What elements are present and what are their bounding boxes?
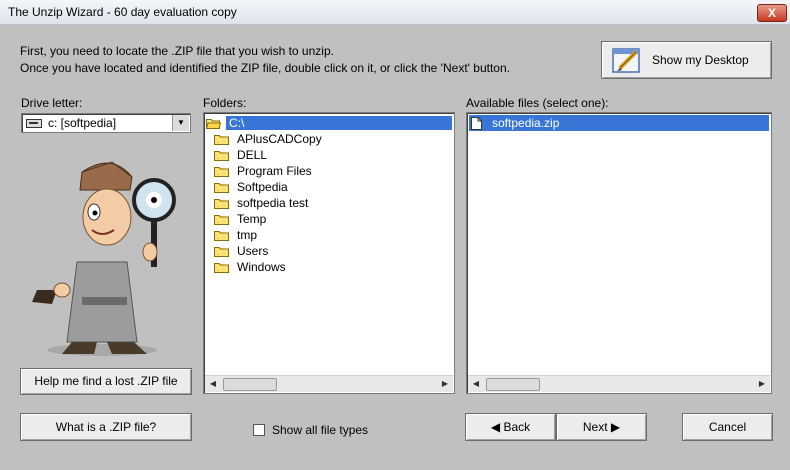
files-list[interactable]: softpedia.zip ◀ ▶ <box>466 112 772 394</box>
next-button[interactable]: Next ▶ <box>556 413 647 441</box>
folder-item-label: Softpedia <box>237 180 288 194</box>
show-all-label: Show all file types <box>272 423 369 437</box>
folder-item-label: Windows <box>237 260 286 274</box>
drive-icon <box>26 118 42 128</box>
folder-item[interactable]: Temp <box>214 211 269 227</box>
folder-icon <box>214 198 229 209</box>
back-button[interactable]: ◀ Back <box>465 413 556 441</box>
instruction-line-1: First, you need to locate the .ZIP file … <box>20 44 334 58</box>
arrow-left-icon: ◀ <box>490 420 504 434</box>
folder-icon <box>214 230 229 241</box>
show-desktop-button[interactable]: Show my Desktop <box>601 41 772 79</box>
what-is-zip-button[interactable]: What is a .ZIP file? <box>20 413 192 441</box>
folder-item-label: Program Files <box>237 164 312 178</box>
folder-item-label: APlusCADCopy <box>237 132 322 146</box>
drive-value: c: [softpedia] <box>48 116 117 130</box>
folder-root[interactable]: C:\ <box>206 115 452 131</box>
folder-root-label: C:\ <box>226 116 452 130</box>
folders-horizontal-scrollbar[interactable]: ◀ ▶ <box>205 375 453 392</box>
show-desktop-label: Show my Desktop <box>652 53 749 67</box>
close-button[interactable]: X <box>757 4 787 22</box>
scroll-right-icon[interactable]: ▶ <box>439 378 451 390</box>
folder-item[interactable]: Softpedia <box>214 179 291 195</box>
folder-item[interactable]: APlusCADCopy <box>214 131 325 147</box>
folder-item-label: Users <box>237 244 269 258</box>
folder-icon <box>214 214 229 225</box>
scroll-thumb[interactable] <box>223 378 277 391</box>
scroll-left-icon[interactable]: ◀ <box>207 378 219 390</box>
folder-item-label: tmp <box>237 228 258 242</box>
drive-select[interactable]: c: [softpedia] ▼ <box>21 113 191 133</box>
folder-icon <box>214 134 229 145</box>
folder-icon <box>214 262 229 273</box>
cancel-button[interactable]: Cancel <box>682 413 773 441</box>
folder-item-label: softpedia test <box>237 196 309 210</box>
folder-icon <box>214 182 229 193</box>
folder-item[interactable]: DELL <box>214 147 270 163</box>
folder-item[interactable]: Windows <box>214 259 289 275</box>
folders-label: Folders: <box>203 96 247 110</box>
folder-icon <box>214 166 229 177</box>
folder-item[interactable]: Program Files <box>214 163 315 179</box>
folder-icon <box>214 246 229 257</box>
folders-tree[interactable]: C:\ APlusCADCopy DELL Program Files Soft… <box>203 112 455 394</box>
folder-item[interactable]: Users <box>214 243 271 259</box>
files-horizontal-scrollbar[interactable]: ◀ ▶ <box>468 375 770 392</box>
instruction-line-2: Once you have located and identified the… <box>20 61 510 75</box>
chevron-down-icon[interactable]: ▼ <box>172 115 189 131</box>
scroll-thumb[interactable] <box>486 378 540 391</box>
back-label: Back <box>503 420 531 434</box>
help-find-zip-button[interactable]: Help me find a lost .ZIP file <box>20 368 192 395</box>
show-all-file-types-checkbox[interactable]: Show all file types <box>253 423 368 437</box>
folder-icon <box>214 150 229 161</box>
detective-mascot-image <box>32 161 176 356</box>
folder-item-label: Temp <box>237 212 267 226</box>
title-bar: The Unzip Wizard - 60 day evaluation cop… <box>0 0 790 25</box>
scroll-left-icon[interactable]: ◀ <box>470 378 482 390</box>
folder-item[interactable]: softpedia test <box>214 195 311 211</box>
file-item-label: softpedia.zip <box>492 116 560 130</box>
open-folder-icon <box>206 118 221 129</box>
file-icon <box>471 116 482 130</box>
file-item[interactable]: softpedia.zip <box>469 115 769 131</box>
window-title: The Unzip Wizard - 60 day evaluation cop… <box>8 5 237 19</box>
next-label: Next <box>582 420 608 434</box>
folder-item[interactable]: tmp <box>214 227 260 243</box>
drive-letter-label: Drive letter: <box>21 96 83 110</box>
folder-item-label: DELL <box>237 148 268 162</box>
desktop-pencil-icon <box>612 48 640 73</box>
checkbox-box[interactable] <box>253 424 265 436</box>
arrow-right-icon: ▶ <box>607 420 621 434</box>
scroll-right-icon[interactable]: ▶ <box>756 378 768 390</box>
available-files-label: Available files (select one): <box>466 96 609 110</box>
